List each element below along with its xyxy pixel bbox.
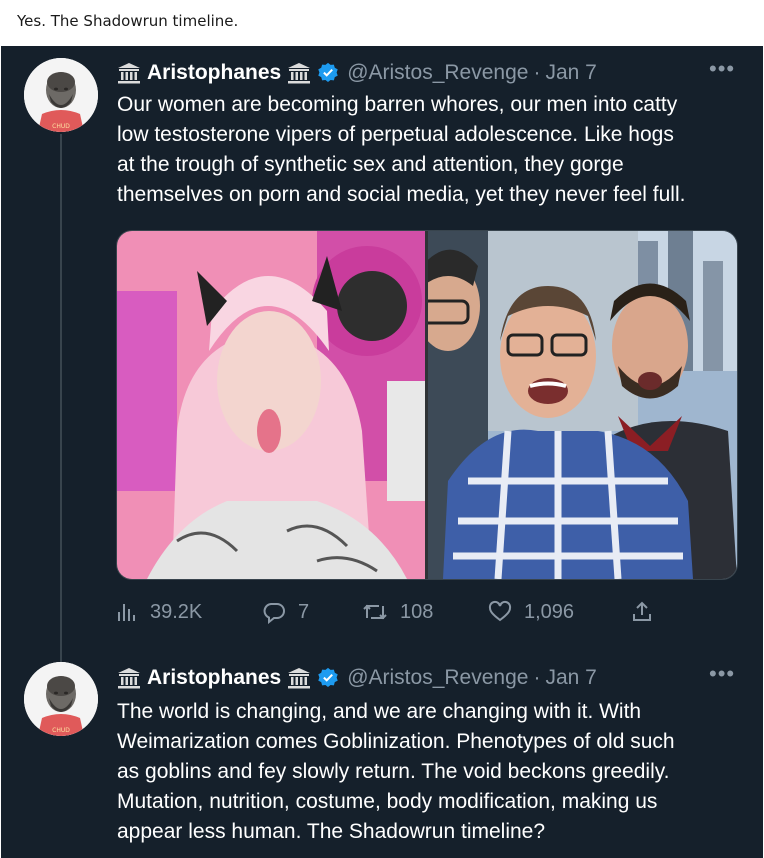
temple-icon [117,666,141,690]
verified-badge-icon[interactable] [317,667,339,689]
views-icon [118,604,135,621]
avatar[interactable]: CHUD [24,662,98,736]
reply-icon [263,603,285,624]
more-options-icon[interactable]: ••• [709,661,735,687]
views-count: 39.2K [150,600,203,623]
reply-count: 7 [298,600,310,623]
views-action[interactable]: 39.2K [116,598,202,626]
tweet-media[interactable] [116,230,738,580]
separator-dot: · [533,61,541,84]
like-icon [488,600,512,622]
share-icon [633,601,651,621]
tweet-text: The world is changing, and we are changi… [117,700,675,843]
retweet-icon [363,604,387,620]
avatar[interactable]: CHUD [24,58,98,132]
like-count: 1,096 [524,600,575,623]
timestamp[interactable]: Jan 7 [545,61,596,85]
verified-badge-icon[interactable] [317,62,339,84]
thread-connector-line [60,134,62,694]
tweet-thread-panel: CHUD Aristophanes @Aristos_Revenge · Jan… [1,46,763,858]
post-caption: Yes. The Shadowrun timeline. [17,12,239,30]
tweet-text: Our women are becoming barren whores, ou… [117,93,686,206]
retweet-count: 108 [400,600,434,623]
like-action[interactable]: 1,096 [488,598,574,626]
timestamp[interactable]: Jan 7 [545,666,596,690]
tweet-header: Aristophanes @Aristos_Revenge · Jan 7 [117,59,597,87]
tweet-actions: 39.2K 7 108 1,096 [116,598,676,626]
temple-icon [117,61,141,85]
user-handle[interactable]: @Aristos_Revenge [347,61,528,85]
retweet-action[interactable]: 108 [362,598,433,626]
reply-action[interactable]: 7 [262,598,309,626]
separator-dot: · [533,666,541,689]
display-name[interactable]: Aristophanes [147,61,281,85]
temple-icon [287,61,311,85]
tweet-header: Aristophanes @Aristos_Revenge · Jan 7 [117,664,597,692]
share-action[interactable] [630,598,666,626]
more-options-icon[interactable]: ••• [709,56,735,82]
svg-text:CHUD: CHUD [52,123,70,130]
attached-photo-right[interactable] [428,231,737,579]
display-name[interactable]: Aristophanes [147,666,281,690]
attached-photo-left[interactable] [117,231,425,579]
svg-text:CHUD: CHUD [52,727,70,734]
user-handle[interactable]: @Aristos_Revenge [347,666,528,690]
temple-icon [287,666,311,690]
